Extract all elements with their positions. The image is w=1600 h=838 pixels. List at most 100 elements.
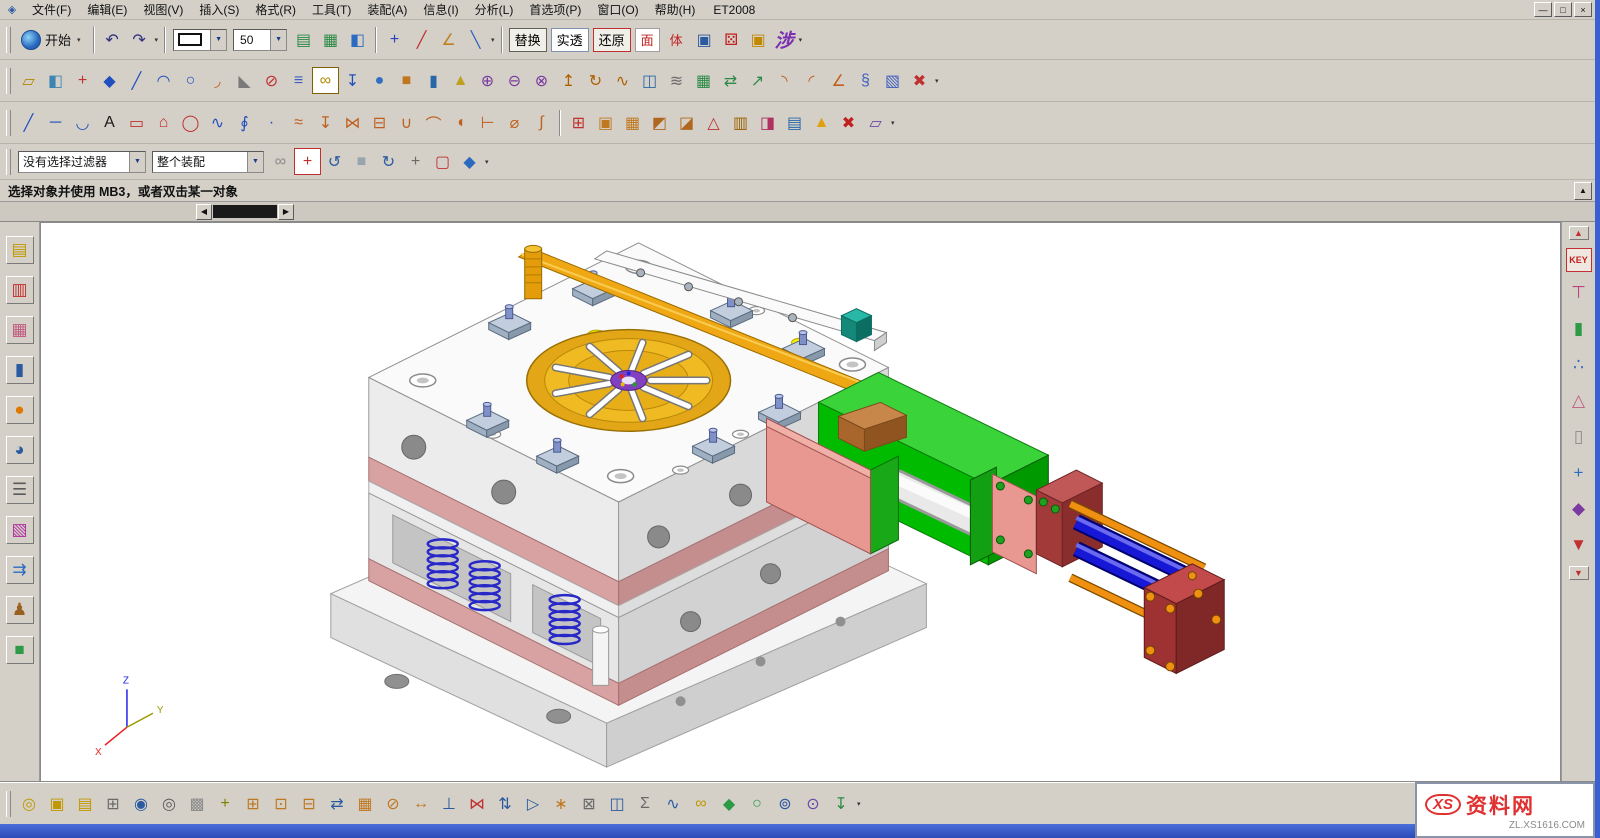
profile-icon[interactable]: ╱ [15, 109, 42, 136]
mold-drawing-icon[interactable]: ▱ [862, 109, 889, 136]
mold-csys-icon[interactable]: ⊞ [565, 109, 592, 136]
point-tool-icon[interactable]: ∙ [258, 109, 285, 136]
selection-filter-dropdown[interactable]: 没有选择过滤器 ▼ [18, 151, 146, 173]
polyline-icon[interactable]: ─ [42, 109, 69, 136]
ruler-icon[interactable]: ╲ [462, 26, 489, 53]
toolbar-grip[interactable] [6, 68, 11, 94]
intersect-icon[interactable]: ⊗ [528, 67, 555, 94]
visualization-icon[interactable]: ⇉ [6, 556, 34, 584]
mirror-assembly-icon[interactable]: ⇄ [323, 790, 351, 818]
menu-item[interactable]: 工具(T) [304, 0, 359, 20]
restore-display-button[interactable]: 还原 [593, 28, 631, 52]
chevron-down-icon[interactable]: ▾ [155, 36, 159, 44]
datum-plane-icon[interactable]: ◧ [42, 67, 69, 94]
chevron-down-icon[interactable]: ▾ [891, 119, 895, 127]
menu-item[interactable]: 编辑(E) [79, 0, 135, 20]
locating-ring-impeller[interactable] [527, 330, 731, 432]
menu-item[interactable]: 文件(F) [24, 0, 79, 20]
delete-mold-icon[interactable]: ✖ [835, 109, 862, 136]
extrude-icon[interactable]: ↥ [555, 67, 582, 94]
rectangle-tool-icon[interactable]: ▭ [123, 109, 150, 136]
replace-button[interactable]: 替换 [509, 28, 547, 52]
core-icon[interactable]: ◩ [646, 109, 673, 136]
translucent-button[interactable]: 实透 [551, 28, 589, 52]
start-button[interactable]: 开始 ▾ [15, 28, 89, 52]
slide-icon[interactable]: ◨ [754, 109, 781, 136]
project-curve-icon[interactable]: ↧ [312, 109, 339, 136]
menu-item[interactable]: 装配(A) [359, 0, 415, 20]
wrap-curve-icon[interactable]: ◖ [447, 109, 474, 136]
bridge-curve-icon[interactable]: ⌒ [420, 109, 447, 136]
hd3d-icon[interactable]: ● [6, 396, 34, 424]
graphics-viewport[interactable]: Z X Y [40, 222, 1561, 782]
minimize-button[interactable]: — [1534, 2, 1552, 17]
menu-item[interactable]: 插入(S) [191, 0, 247, 20]
offset-icon[interactable]: ≡ [285, 67, 312, 94]
constraint-navigator-icon[interactable]: ▥ [6, 276, 34, 304]
draft-icon[interactable]: ∠ [825, 67, 852, 94]
mirror-feature-icon[interactable]: ⇄ [717, 67, 744, 94]
menu-item[interactable]: 窗口(O) [589, 0, 646, 20]
spline-tool-icon[interactable]: ∿ [204, 109, 231, 136]
measure-assembly-icon[interactable]: ↧ [827, 790, 855, 818]
wade-button[interactable]: 涉 [775, 26, 794, 53]
combo-arrow-icon[interactable]: ▼ [129, 152, 145, 172]
shaded-block-icon[interactable]: ■ [348, 148, 375, 175]
chain-icon[interactable]: ∞ [687, 790, 715, 818]
system-scene-icon[interactable]: ■ [6, 636, 34, 664]
project-icon[interactable]: ↧ [339, 67, 366, 94]
open-component-icon[interactable]: ▣ [43, 790, 71, 818]
reorient-icon[interactable]: ↻ [375, 148, 402, 175]
plus-tool-icon[interactable]: + [1566, 460, 1592, 486]
add-component-icon[interactable]: ⊞ [239, 790, 267, 818]
ellipse-tool-icon[interactable]: ◯ [177, 109, 204, 136]
intersect-curve-icon[interactable]: ⋈ [339, 109, 366, 136]
combo-arrow-icon[interactable]: ▼ [270, 30, 286, 50]
arc-icon[interactable]: ◠ [150, 67, 177, 94]
isolate-icon[interactable]: ⊙ [799, 790, 827, 818]
curve-length-icon[interactable]: ⌀ [501, 109, 528, 136]
prompt-resize-button[interactable]: ▲ [1574, 182, 1592, 200]
trim-icon[interactable]: ⊘ [258, 67, 285, 94]
sew-icon[interactable]: § [852, 67, 879, 94]
gray-stack-icon[interactable]: ▩ [183, 790, 211, 818]
camera-icon[interactable]: ◎ [155, 790, 183, 818]
chevron-down-icon[interactable]: ▾ [491, 36, 495, 44]
menu-item[interactable]: 信息(I) [415, 0, 466, 20]
insert-icon[interactable]: ▥ [727, 109, 754, 136]
work-layer-combo[interactable]: 50 ▼ [233, 29, 287, 51]
rect-select-icon[interactable]: ▢ [429, 148, 456, 175]
ring-icon[interactable]: ○ [743, 790, 771, 818]
menu-item[interactable]: 首选项(P) [521, 0, 589, 20]
scroll-left-button[interactable]: ◀ [196, 204, 212, 220]
find-component-icon[interactable]: ◉ [127, 790, 155, 818]
combo-arrow-icon[interactable]: ▼ [247, 152, 263, 172]
menu-item[interactable]: 帮助(H) [647, 0, 704, 20]
join-curve-icon[interactable]: ∪ [393, 109, 420, 136]
helix-tool-icon[interactable]: ∮ [231, 109, 258, 136]
toolbar-grip[interactable] [6, 110, 11, 136]
scroll-right-button[interactable]: ▶ [278, 204, 294, 220]
sweep-icon[interactable]: ∿ [609, 67, 636, 94]
section-curve-icon[interactable]: ⊟ [366, 109, 393, 136]
chamfer-icon[interactable]: ◣ [231, 67, 258, 94]
copy-display-icon[interactable]: ▣ [691, 26, 718, 53]
sketch-icon[interactable]: ▱ [15, 67, 42, 94]
component-set-icon[interactable]: ▤ [71, 790, 99, 818]
explode-view-icon[interactable]: ∗ [547, 790, 575, 818]
delete-face-icon[interactable]: ✖ [906, 67, 933, 94]
divide-curve-icon[interactable]: ⊢ [474, 109, 501, 136]
redo-icon[interactable]: ↷ [126, 26, 153, 53]
create-parent-icon[interactable]: ⊟ [295, 790, 323, 818]
layer-visible-icon[interactable]: ▤ [290, 26, 317, 53]
display-style-combo[interactable]: ▼ [173, 29, 227, 51]
chain-select-icon[interactable]: ∞ [267, 148, 294, 175]
menu-item[interactable]: 格式(R) [247, 0, 304, 20]
layer-category-icon[interactable]: ◧ [344, 26, 371, 53]
measure-angle-icon[interactable]: ∠ [435, 26, 462, 53]
smooth-curve-icon[interactable]: ∫ [528, 109, 555, 136]
revolve-icon[interactable]: ↻ [582, 67, 609, 94]
restore-button[interactable]: □ [1554, 2, 1572, 17]
undo-icon[interactable]: ↶ [99, 26, 126, 53]
resource-scroll-down-icon[interactable]: ▼ [1569, 566, 1589, 580]
